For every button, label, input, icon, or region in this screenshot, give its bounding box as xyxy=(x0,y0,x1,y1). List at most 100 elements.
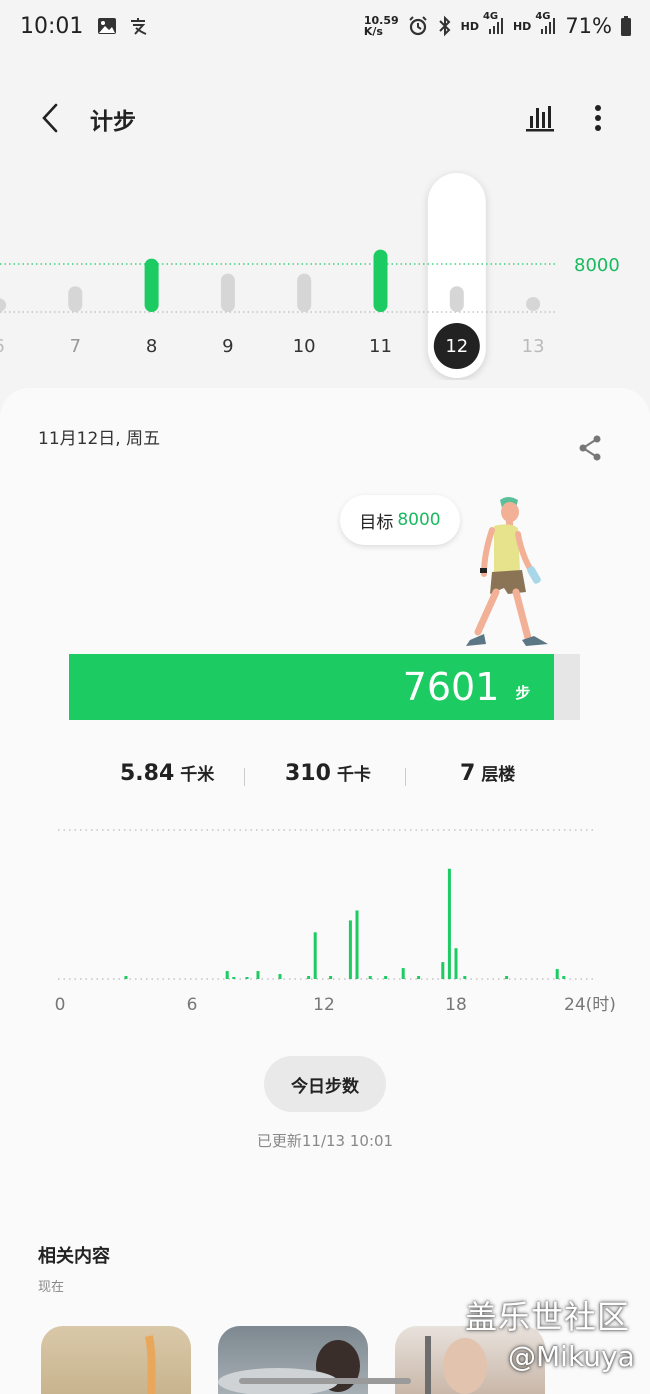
x-tick-label: 24(时) xyxy=(564,995,616,1015)
net-speed: 10.59 K/s xyxy=(363,14,399,38)
related-thumbnail-1 xyxy=(145,1335,156,1394)
hd-label-2: HD xyxy=(512,19,532,33)
day-label: 13 xyxy=(522,336,545,357)
daily-steps-chart[interactable]: 6 7 8 9 10 11 12 13 8000 xyxy=(0,170,650,380)
steps-unit: 步 xyxy=(515,683,531,702)
updated-timestamp: 已更新11/13 10:01 xyxy=(256,1132,394,1150)
share-button[interactable] xyxy=(574,432,606,464)
hour-bar xyxy=(505,976,509,979)
floors-value: 7 xyxy=(460,761,476,786)
calories-stat: 310 千卡 xyxy=(285,760,371,794)
calories-unit: 千卡 xyxy=(336,765,371,785)
more-options-button[interactable] xyxy=(584,100,612,136)
steps-progress-fill: 7601 步 xyxy=(69,654,555,720)
hour-bar xyxy=(256,971,260,979)
hour-bar xyxy=(225,971,229,979)
day-bar xyxy=(297,273,312,312)
today-steps-button[interactable]: 今日步数 xyxy=(264,1056,386,1112)
steps-count: 7601 xyxy=(402,665,500,709)
hour-bar xyxy=(124,976,128,979)
x-tick-label: 12 xyxy=(313,995,335,1015)
day-bar xyxy=(373,249,388,312)
related-title: 相关内容 xyxy=(38,1246,110,1267)
hourly-steps-svg: 0 6 12 18 24(时) xyxy=(55,829,616,1015)
back-button[interactable] xyxy=(34,100,66,136)
chevron-left-icon xyxy=(42,103,58,133)
x-tick-label: 18 xyxy=(445,995,467,1015)
battery-icon xyxy=(620,15,632,37)
distance-stat: 5.84 千米 xyxy=(120,760,214,794)
daily-steps-svg: 6 7 8 9 10 11 12 13 xyxy=(0,173,556,378)
hour-bar xyxy=(384,976,388,979)
hour-bar xyxy=(447,868,451,979)
hour-bar xyxy=(417,976,421,979)
alarm-icon xyxy=(407,15,429,37)
watermark-title: 盖乐世社区 xyxy=(465,1298,631,1336)
hour-bar xyxy=(555,969,559,979)
gallery-icon xyxy=(97,17,117,35)
floors-stat: 7 层楼 xyxy=(460,760,515,794)
status-bar: 10:01 10.59 K/s HD 4G HD 4G 71% xyxy=(0,0,650,52)
bluetooth-icon xyxy=(437,15,453,37)
status-left-icons xyxy=(97,16,149,36)
status-right-icons: 10.59 K/s HD 4G HD 4G 71% xyxy=(363,11,632,38)
hour-bar xyxy=(368,976,372,979)
day-bar xyxy=(0,298,6,312)
watermark-author: @Mikuya xyxy=(508,1340,635,1373)
hour-bar xyxy=(348,920,352,979)
goal-bubble: 目标 8000 xyxy=(340,495,460,545)
hour-bar xyxy=(454,948,458,979)
trends-button[interactable] xyxy=(522,100,558,136)
home-indicator[interactable] xyxy=(239,1378,411,1384)
hour-bar xyxy=(232,977,236,979)
hour-bar xyxy=(307,976,311,979)
hour-bar xyxy=(245,977,249,979)
floors-unit: 层楼 xyxy=(481,765,516,785)
share-icon xyxy=(579,435,601,461)
goal-prefix: 目标 xyxy=(359,512,394,533)
hour-bar xyxy=(329,976,333,979)
day-label: 9 xyxy=(222,336,233,357)
goal-value: 8000 xyxy=(397,510,441,530)
signal-icon-2: 4G xyxy=(535,11,557,35)
day-bar xyxy=(449,286,464,312)
date-label: 11月12日, 周五 xyxy=(38,429,161,449)
day-label: 10 xyxy=(293,336,316,357)
hour-bar xyxy=(355,910,359,979)
distance-unit: 千米 xyxy=(180,765,215,785)
hour-bar xyxy=(401,968,405,979)
day-bar xyxy=(526,297,541,311)
day-bar xyxy=(220,273,235,312)
signal-icon: 4G xyxy=(483,11,505,35)
hour-bar xyxy=(313,932,317,979)
stats-divider xyxy=(405,768,406,786)
related-card-1[interactable] xyxy=(41,1326,191,1394)
battery-percent: 71% xyxy=(565,14,612,38)
day-label: 11 xyxy=(369,336,392,357)
hd-label: HD xyxy=(460,19,479,33)
day-label: 6 xyxy=(0,336,5,357)
hour-bar xyxy=(441,962,445,979)
distance-value: 5.84 xyxy=(120,761,175,786)
day-bar xyxy=(144,258,159,312)
stats-divider xyxy=(244,768,245,786)
hour-bar xyxy=(278,974,282,979)
status-time: 10:01 xyxy=(20,13,84,39)
app-bar: 计步 xyxy=(0,88,650,148)
stats-row: 5.84 千米 310 千卡 7 层楼 xyxy=(0,760,650,794)
page-title: 计步 xyxy=(90,109,136,135)
walker-illustration xyxy=(466,497,548,646)
hour-bar xyxy=(463,976,467,979)
day-label: 8 xyxy=(146,336,157,357)
hourly-steps-chart[interactable]: 0 6 12 18 24(时) xyxy=(0,820,650,1020)
more-vertical-icon xyxy=(595,105,601,131)
day-bar xyxy=(68,286,83,312)
goal-line-label: 8000 xyxy=(574,255,620,276)
x-tick-label: 0 xyxy=(55,995,66,1015)
hour-bar xyxy=(562,976,566,979)
steps-progress-bar: 7601 步 xyxy=(69,654,580,720)
x-tick-label: 6 xyxy=(187,995,198,1015)
alipay-icon xyxy=(127,16,149,36)
related-subtitle: 现在 xyxy=(38,1280,65,1295)
bar-chart-icon xyxy=(526,106,554,132)
